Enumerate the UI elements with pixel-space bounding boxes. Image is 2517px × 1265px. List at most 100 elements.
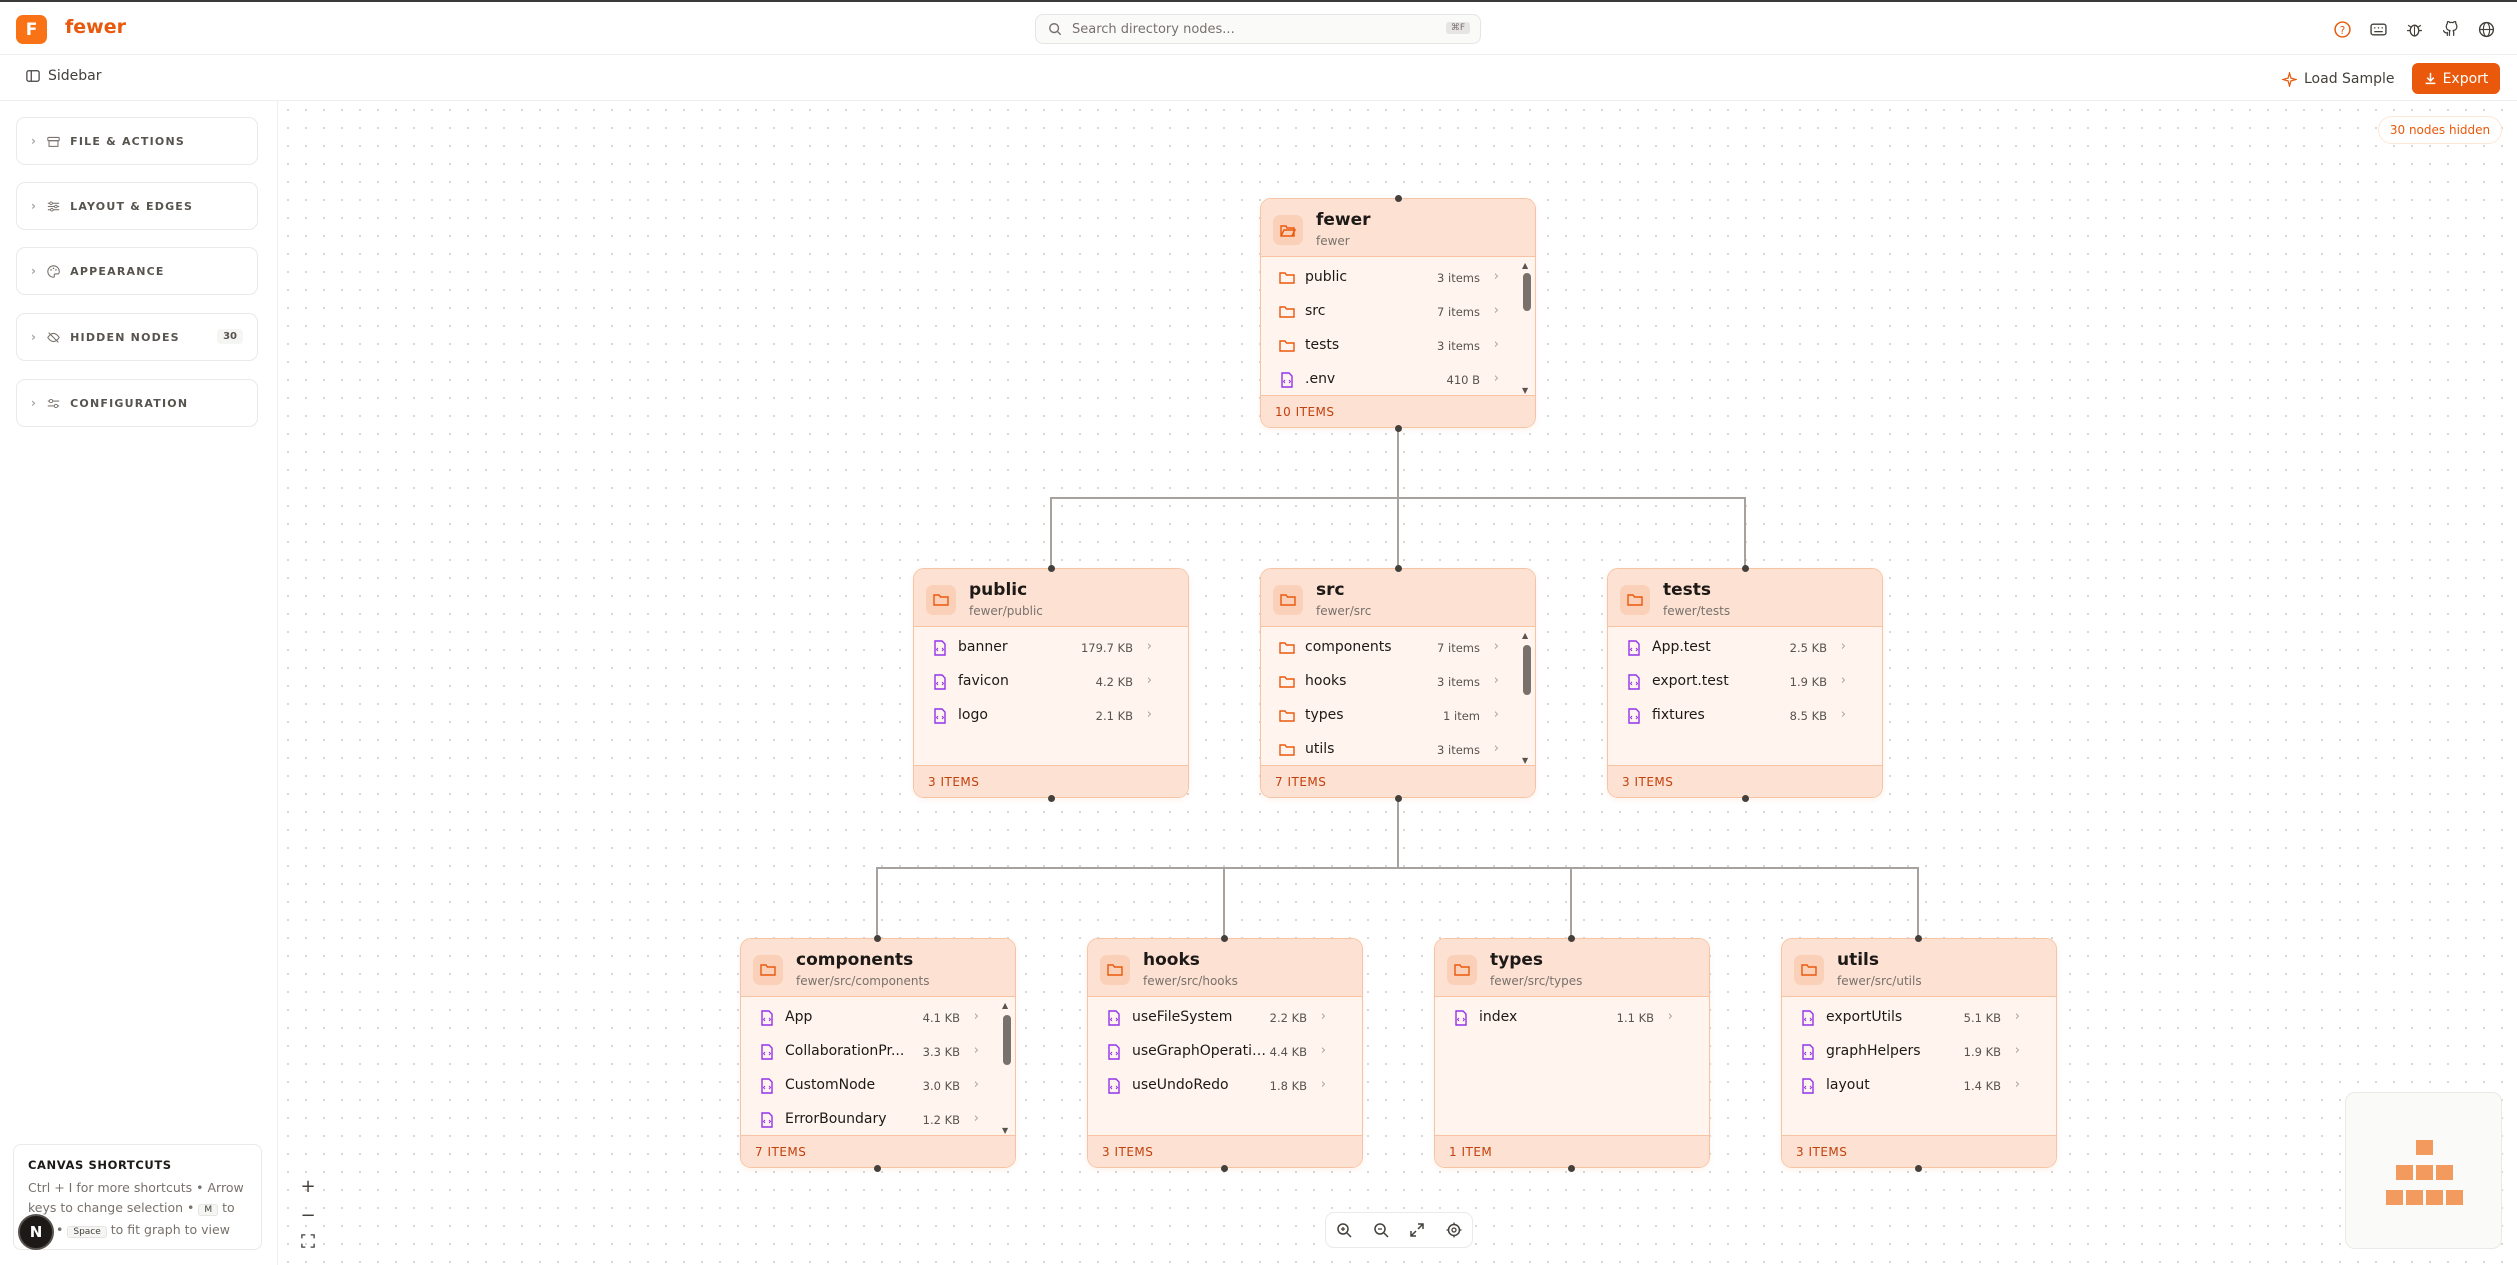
app-logo-icon[interactable]: F xyxy=(16,15,47,44)
scroll-down-icon[interactable]: ▼ xyxy=(1002,1126,1008,1135)
accordion-hidden-nodes[interactable]: › HIDDEN NODES 30 xyxy=(16,313,258,361)
node-row[interactable]: .env 410 B › xyxy=(1261,363,1535,397)
node-row[interactable]: useGraphOperatio... 4.4 KB › xyxy=(1088,1035,1362,1069)
node-handle[interactable] xyxy=(1395,195,1402,202)
chevron-right-icon: › xyxy=(31,134,38,148)
node-row[interactable]: favicon 4.2 KB › xyxy=(914,665,1188,699)
bug-icon[interactable] xyxy=(2404,19,2424,39)
node-row[interactable]: useFileSystem 2.2 KB › xyxy=(1088,1001,1362,1035)
node-hooks[interactable]: hooks fewer/src/hooks useFileSystem 2.2 K… xyxy=(1087,938,1363,1168)
node-handle[interactable] xyxy=(1221,935,1228,942)
node-handle[interactable] xyxy=(1915,1165,1922,1172)
hidden-nodes-badge[interactable]: 30 nodes hidden xyxy=(2378,116,2502,144)
node-utils[interactable]: utils fewer/src/utils exportUtils 5.1 KB ›… xyxy=(1781,938,2057,1168)
node-handle[interactable] xyxy=(1395,425,1402,432)
node-row[interactable]: CollaborationPr... 3.3 KB › xyxy=(741,1035,1015,1069)
node-fewer[interactable]: fewer fewer public 3 items › src 7 items › t… xyxy=(1260,198,1536,428)
expand-icon[interactable] xyxy=(1409,1222,1425,1238)
node-tests[interactable]: tests fewer/tests App.test 2.5 KB › export… xyxy=(1607,568,1883,798)
node-components[interactable]: components fewer/src/components App 4.1 K… xyxy=(740,938,1016,1168)
node-footer: 3 ITEMS xyxy=(1608,765,1882,797)
scroll-up-icon[interactable]: ▲ xyxy=(1522,631,1528,640)
export-button[interactable]: Export xyxy=(2412,63,2500,94)
node-public[interactable]: public fewer/public banner 179.7 KB › favi… xyxy=(913,568,1189,798)
zoom-in-button[interactable]: + xyxy=(300,1176,315,1197)
node-row[interactable]: layout 1.4 KB › xyxy=(1782,1069,2056,1103)
node-row[interactable]: tests 3 items › xyxy=(1261,329,1535,363)
node-handle[interactable] xyxy=(1395,795,1402,802)
node-row[interactable]: fixtures 8.5 KB › xyxy=(1608,699,1882,733)
accordion-layout-edges[interactable]: › LAYOUT & EDGES xyxy=(16,182,258,230)
scroll-up-icon[interactable]: ▲ xyxy=(1002,1001,1008,1010)
file-icon xyxy=(1108,1010,1120,1026)
load-sample-button[interactable]: Load Sample xyxy=(2282,66,2395,92)
scrollbar-thumb[interactable] xyxy=(1003,1015,1011,1065)
node-row[interactable]: CustomNode 3.0 KB › xyxy=(741,1069,1015,1103)
node-handle[interactable] xyxy=(874,1165,881,1172)
scrollbar[interactable]: ▲ ▼ xyxy=(1521,629,1533,767)
row-name: logo xyxy=(958,707,988,723)
node-handle[interactable] xyxy=(1221,1165,1228,1172)
zoom-in-icon[interactable] xyxy=(1336,1222,1352,1238)
help-icon[interactable]: ? xyxy=(2332,19,2352,39)
node-handle[interactable] xyxy=(1568,1165,1575,1172)
scroll-down-icon[interactable]: ▼ xyxy=(1522,756,1528,765)
node-src[interactable]: src fewer/src components 7 items › hooks 3 … xyxy=(1260,568,1536,798)
node-types[interactable]: types fewer/src/types index 1.1 KB › 1 ITE… xyxy=(1434,938,1710,1168)
node-handle[interactable] xyxy=(1915,935,1922,942)
node-row[interactable]: utils 3 items › xyxy=(1261,733,1535,767)
node-row[interactable]: components 7 items › xyxy=(1261,631,1535,665)
node-row[interactable]: public 3 items › xyxy=(1261,261,1535,295)
node-handle[interactable] xyxy=(1742,565,1749,572)
node-row[interactable]: useUndoRedo 1.8 KB › xyxy=(1088,1069,1362,1103)
scroll-down-icon[interactable]: ▼ xyxy=(1522,386,1528,395)
fit-view-icon[interactable] xyxy=(301,1234,315,1248)
node-handle[interactable] xyxy=(1742,795,1749,802)
row-size: 5.1 KB xyxy=(1963,1011,2001,1025)
node-row[interactable]: App.test 2.5 KB › xyxy=(1608,631,1882,665)
row-name: banner xyxy=(958,639,1008,655)
scroll-up-icon[interactable]: ▲ xyxy=(1522,261,1528,270)
accordion-file-actions[interactable]: › FILE & ACTIONS xyxy=(16,117,258,165)
node-row[interactable]: App 4.1 KB › xyxy=(741,1001,1015,1035)
node-row[interactable]: graphHelpers 1.9 KB › xyxy=(1782,1035,2056,1069)
node-row[interactable]: ErrorBoundary 1.2 KB › xyxy=(741,1103,1015,1137)
keyboard-icon[interactable] xyxy=(2368,19,2388,39)
scrollbar[interactable]: ▲ ▼ xyxy=(1521,259,1533,397)
scrollbar[interactable]: ▲ ▼ xyxy=(1001,999,1013,1137)
shortcuts-line: Ctrl + I for more shortcuts • Arrow xyxy=(28,1180,244,1195)
node-title: tests xyxy=(1663,580,1712,600)
globe-icon[interactable] xyxy=(2476,19,2496,39)
crosshair-icon[interactable] xyxy=(1446,1222,1462,1238)
zoom-out-button[interactable]: − xyxy=(300,1205,315,1226)
node-row[interactable]: index 1.1 KB › xyxy=(1435,1001,1709,1035)
node-handle[interactable] xyxy=(1395,565,1402,572)
avatar[interactable]: N xyxy=(18,1214,54,1250)
folder-icon xyxy=(1100,955,1130,985)
top-bar: F fewer Search directory nodes... ⌘F ? xyxy=(0,0,2517,55)
file-icon xyxy=(761,1112,773,1128)
accordion-configuration[interactable]: › CONFIGURATION xyxy=(16,379,258,427)
node-handle[interactable] xyxy=(1048,565,1055,572)
node-row[interactable]: src 7 items › xyxy=(1261,295,1535,329)
folder-icon xyxy=(1279,340,1295,352)
node-handle[interactable] xyxy=(1568,935,1575,942)
chevron-right-icon: › xyxy=(2014,1009,2020,1024)
search-input[interactable]: Search directory nodes... ⌘F xyxy=(1035,14,1481,44)
node-row[interactable]: export.test 1.9 KB › xyxy=(1608,665,1882,699)
node-row[interactable]: banner 179.7 KB › xyxy=(914,631,1188,665)
node-row[interactable]: logo 2.1 KB › xyxy=(914,699,1188,733)
accordion-appearance[interactable]: › APPEARANCE xyxy=(16,247,258,295)
minimap[interactable] xyxy=(2345,1092,2502,1249)
github-icon[interactable] xyxy=(2440,19,2460,39)
scrollbar-thumb[interactable] xyxy=(1523,273,1531,311)
zoom-out-icon[interactable] xyxy=(1373,1222,1389,1238)
node-row[interactable]: hooks 3 items › xyxy=(1261,665,1535,699)
export-label: Export xyxy=(2442,70,2489,87)
node-row[interactable]: types 1 item › xyxy=(1261,699,1535,733)
node-handle[interactable] xyxy=(1048,795,1055,802)
scrollbar-thumb[interactable] xyxy=(1523,645,1531,695)
node-handle[interactable] xyxy=(874,935,881,942)
sidebar-toggle-button[interactable]: Sidebar xyxy=(26,68,102,84)
node-row[interactable]: exportUtils 5.1 KB › xyxy=(1782,1001,2056,1035)
